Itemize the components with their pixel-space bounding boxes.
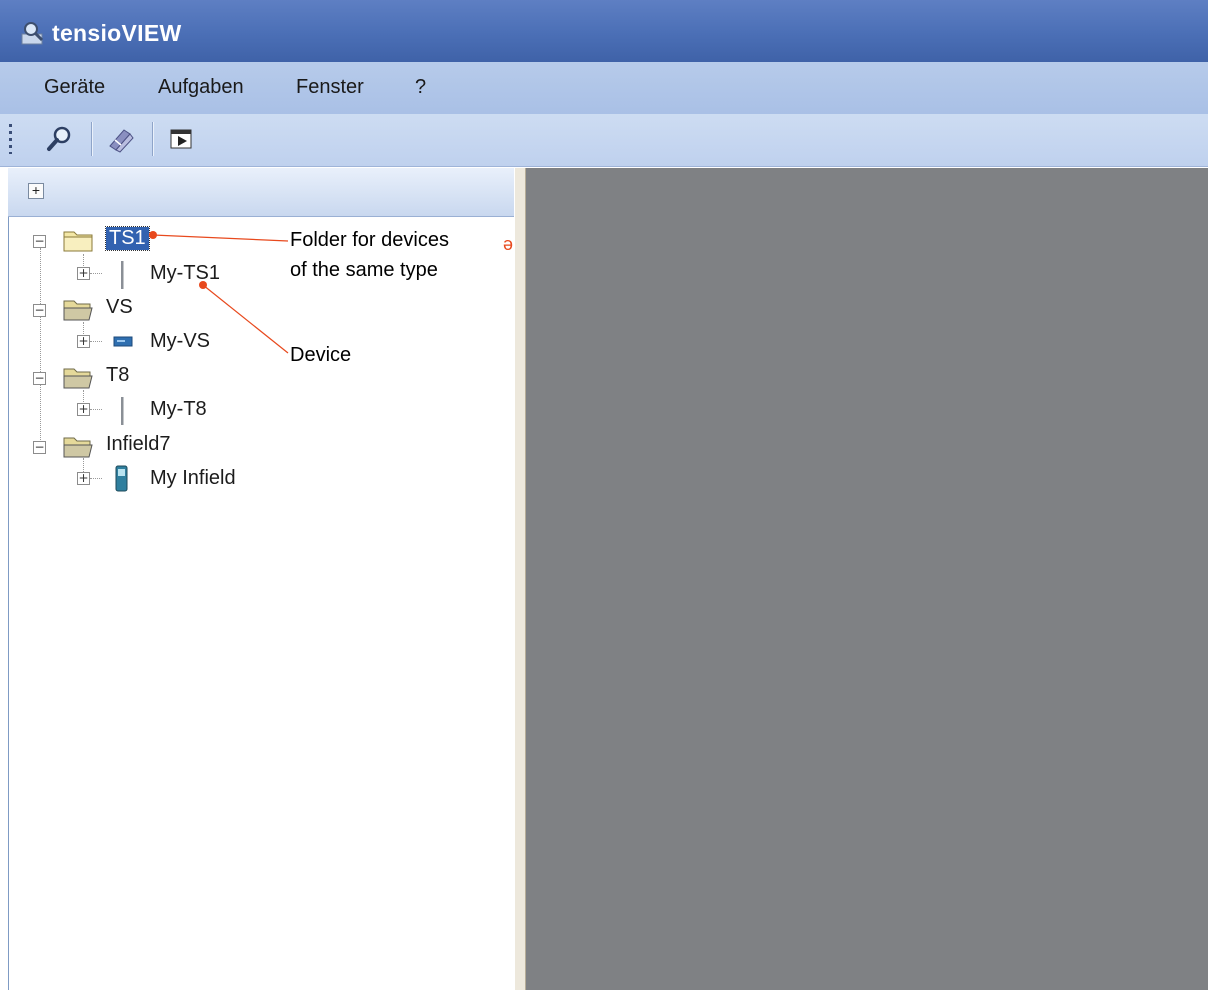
svg-text:ə: ə <box>503 234 513 254</box>
annotation-device: Device <box>290 344 352 366</box>
annotation-lines: ə <box>149 231 513 354</box>
annotation-folder-line2: of the same type <box>290 259 438 281</box>
annotation-folder-line1: Folder for devices <box>290 229 449 251</box>
